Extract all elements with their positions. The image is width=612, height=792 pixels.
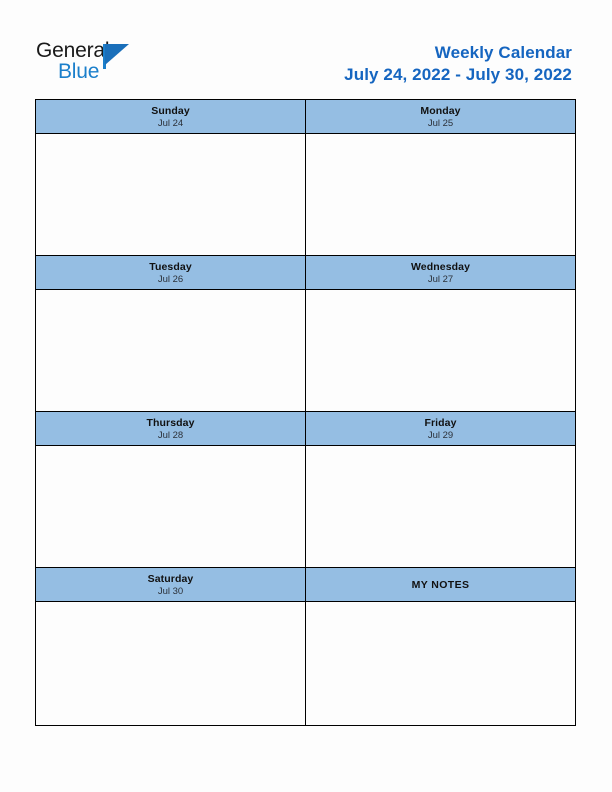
day-entry-area-sunday[interactable] (36, 134, 306, 256)
day-header-saturday[interactable]: Saturday Jul 30 (36, 568, 306, 602)
calendar-header-row: Saturday Jul 30 MY NOTES (36, 568, 576, 602)
day-date-label: Jul 28 (157, 429, 184, 441)
notes-header[interactable]: MY NOTES (306, 568, 576, 602)
day-name-label: Wednesday (410, 260, 471, 273)
calendar-header-row: Sunday Jul 24 Monday Jul 25 (36, 100, 576, 134)
triangle-icon (105, 44, 129, 65)
day-name-label: Saturday (147, 572, 194, 585)
day-header-sunday[interactable]: Sunday Jul 24 (36, 100, 306, 134)
calendar-header-row: Thursday Jul 28 Friday Jul 29 (36, 412, 576, 446)
day-name-label: Monday (420, 104, 461, 117)
day-entry-area-thursday[interactable] (36, 446, 306, 568)
logo-word-general: General (36, 39, 110, 62)
day-header-tuesday[interactable]: Tuesday Jul 26 (36, 256, 306, 290)
weekly-calendar-grid: Sunday Jul 24 Monday Jul 25 Tuesday Jul … (35, 99, 576, 726)
calendar-body-row (36, 446, 576, 568)
day-entry-area-tuesday[interactable] (36, 290, 306, 412)
calendar-body-row (36, 290, 576, 412)
day-entry-area-wednesday[interactable] (306, 290, 576, 412)
brand-logo: General Blue (36, 40, 166, 90)
page-title: Weekly Calendar (434, 43, 572, 62)
day-date-label: Jul 25 (427, 117, 454, 129)
day-name-label: Sunday (151, 104, 190, 117)
day-date-label: Jul 29 (427, 429, 454, 441)
day-header-wednesday[interactable]: Wednesday Jul 27 (306, 256, 576, 290)
day-date-label: Jul 26 (157, 273, 184, 285)
day-header-friday[interactable]: Friday Jul 29 (306, 412, 576, 446)
calendar-body-row (36, 602, 576, 726)
day-date-label: Jul 24 (157, 117, 184, 129)
day-date-label: Jul 27 (427, 273, 454, 285)
day-date-label: Jul 30 (157, 585, 184, 597)
day-name-label: Friday (424, 416, 457, 429)
logo-word-blue: Blue (58, 60, 100, 83)
date-range: July 24, 2022 - July 30, 2022 (344, 65, 572, 84)
notes-entry-area[interactable] (306, 602, 576, 726)
day-entry-area-saturday[interactable] (36, 602, 306, 726)
day-entry-area-monday[interactable] (306, 134, 576, 256)
notes-label: MY NOTES (411, 578, 470, 591)
calendar-header-row: Tuesday Jul 26 Wednesday Jul 27 (36, 256, 576, 290)
day-entry-area-friday[interactable] (306, 446, 576, 568)
day-name-label: Tuesday (149, 260, 192, 273)
day-header-monday[interactable]: Monday Jul 25 (306, 100, 576, 134)
title-block: Weekly Calendar July 24, 2022 - July 30,… (344, 42, 572, 86)
day-header-thursday[interactable]: Thursday Jul 28 (36, 412, 306, 446)
calendar-body-row (36, 134, 576, 256)
page-header: General Blue Weekly Calendar July 24, 20… (0, 0, 612, 96)
day-name-label: Thursday (146, 416, 195, 429)
